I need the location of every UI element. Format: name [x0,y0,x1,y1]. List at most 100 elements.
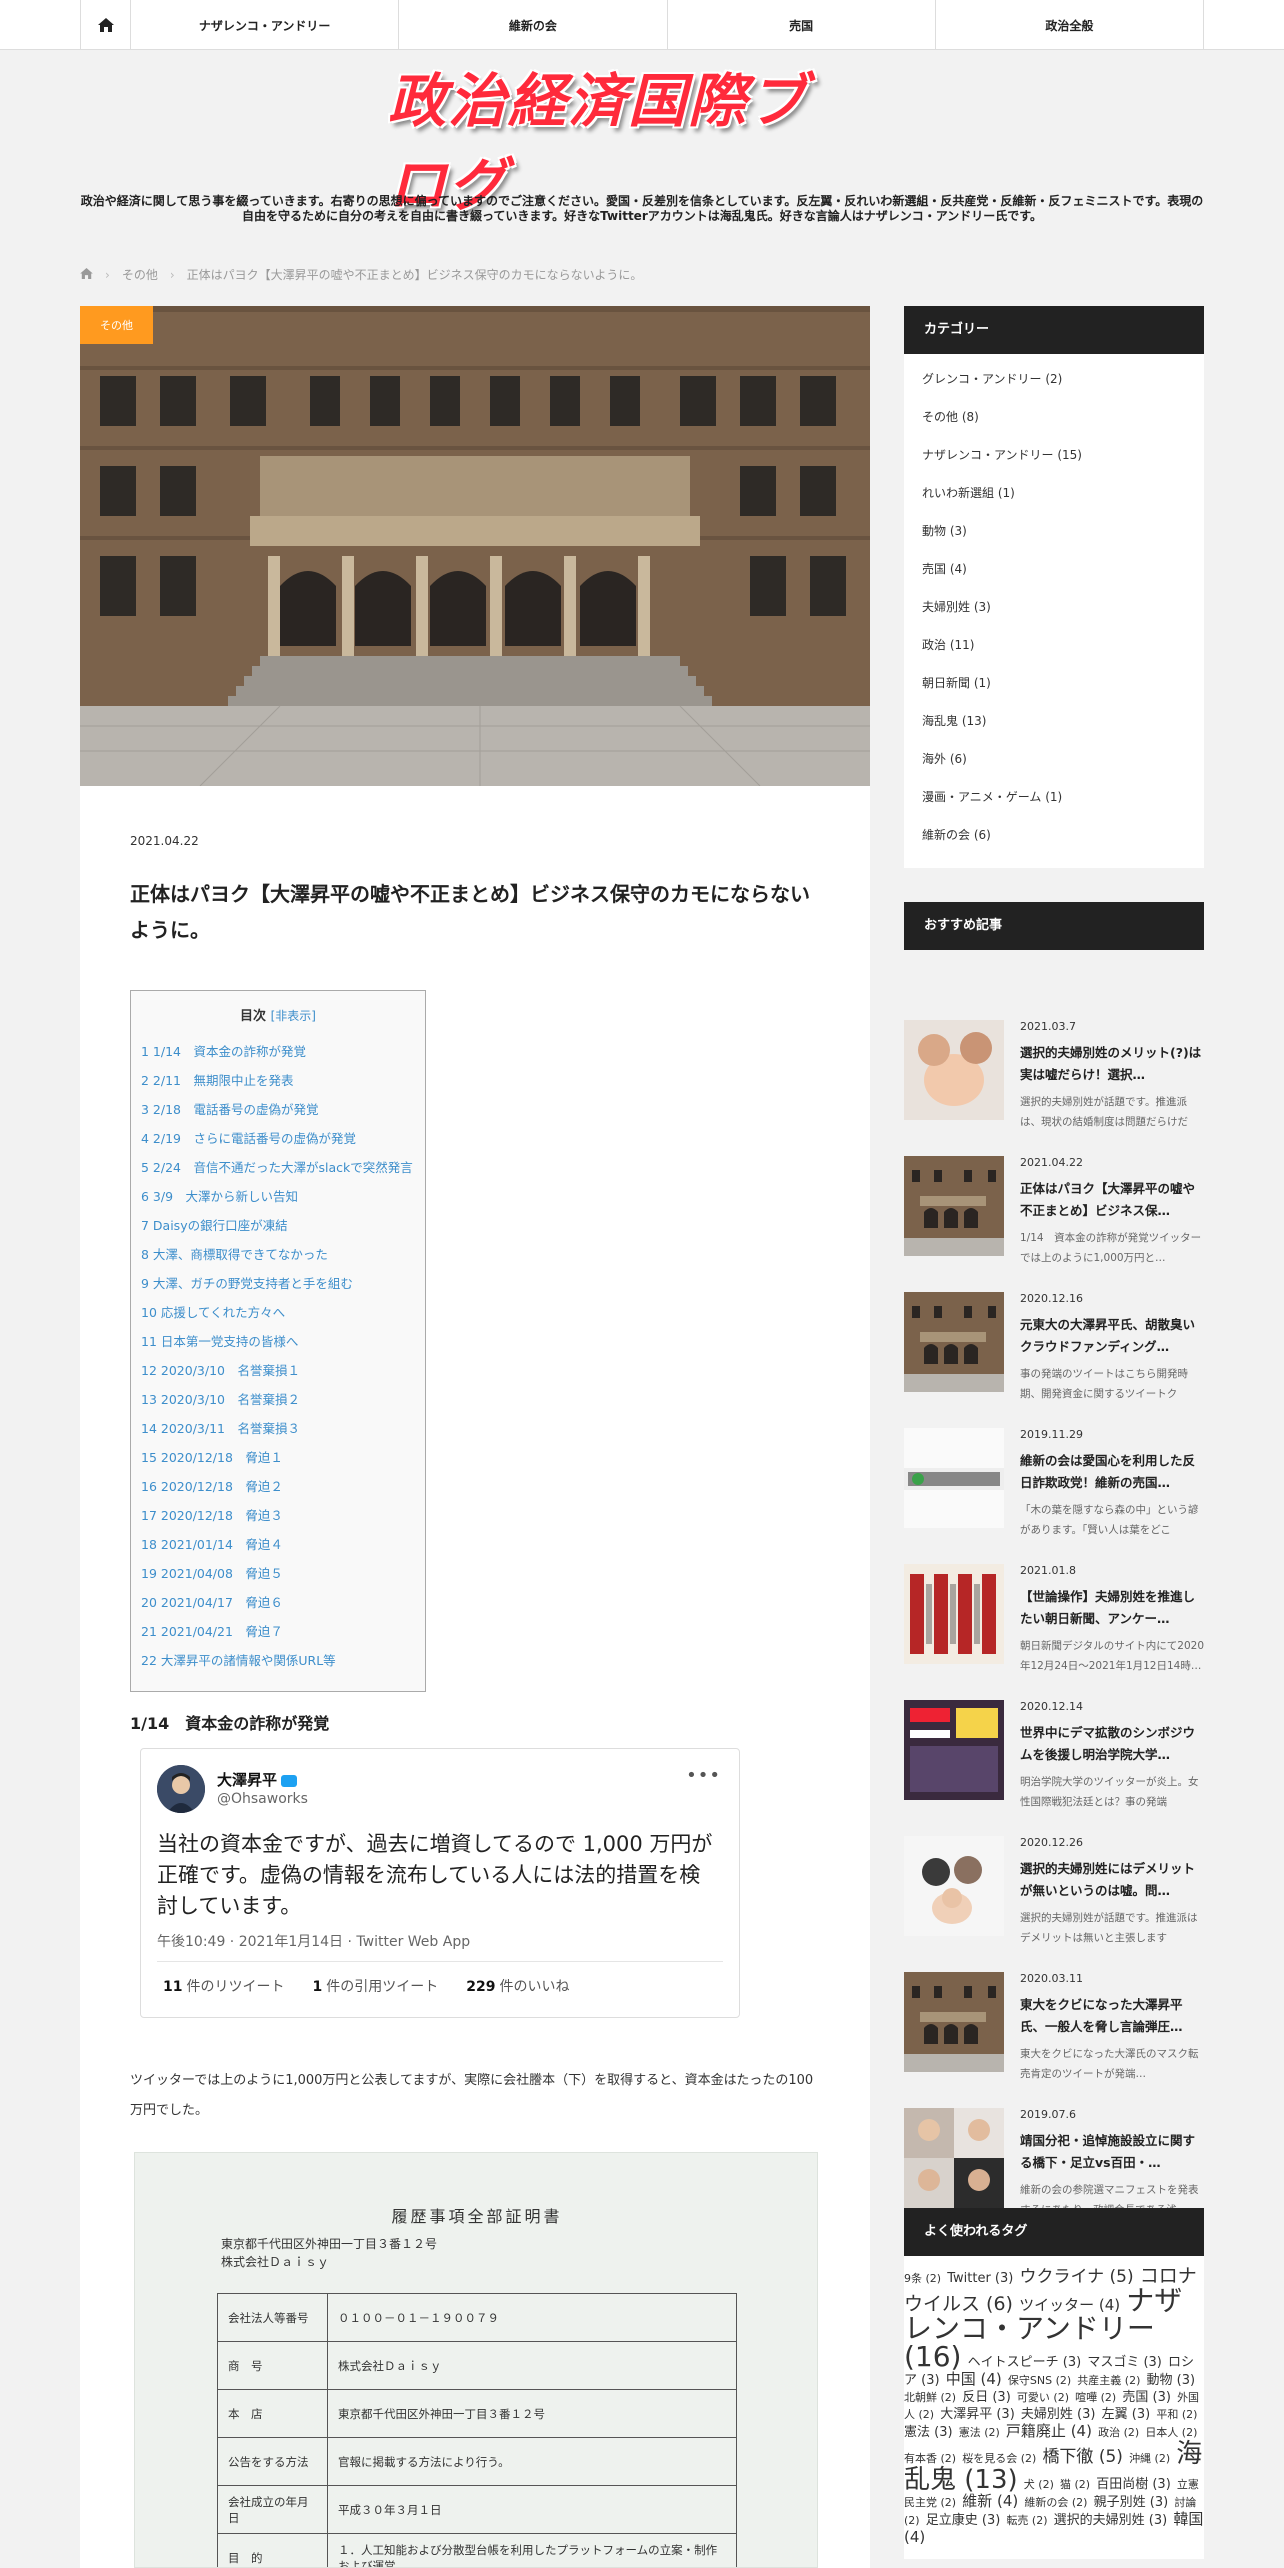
category-link[interactable]: その他 (8) [922,404,1186,442]
toc-item[interactable]: 6 3/9 大澤から新しい告知 [141,1189,415,1218]
tag-link[interactable]: 百田尚樹 (3) [1096,2477,1171,2492]
recommended-post[interactable]: 2020.12.16 元東大の大澤昇平氏、胡散臭いクラウドファンディング… 事の発端… [904,1222,1204,1400]
recommended-post[interactable]: 2021.03.7 選択的夫婦別姓のメリット(?)は実は嘘だらけ！選択… 選択的夫婦… [904,950,1204,1128]
post-title-link[interactable]: 世界中にデマ拡散のシンボジウムを後援し明治学院大学… [1020,1722,1204,1766]
toc-item[interactable]: 20 2021/04/17 脅迫６ [141,1595,415,1624]
toc-item[interactable]: 5 2/24 音信不通だった大澤がslackで突然発言 [141,1160,415,1189]
like-count[interactable]: 229 件のいいね [466,1976,569,1996]
tag-link[interactable]: 喧嘩 (2) [1075,2391,1116,2404]
tag-link[interactable]: 選択的夫婦別姓 (3) [1054,2513,1168,2528]
tag-link[interactable]: 北朝鮮 (2) [904,2391,956,2404]
toc-item[interactable]: 14 2020/3/11 名誉棄損３ [141,1421,415,1450]
tag-link[interactable]: 可愛い (2) [1017,2391,1069,2404]
toc-item[interactable]: 17 2020/12/18 脅迫３ [141,1508,415,1537]
category-link[interactable]: 政治 (11) [922,632,1186,670]
toc-toggle-link[interactable]: [非表示] [271,1009,316,1023]
tag-link[interactable]: 9条 (2) [904,2272,941,2285]
tag-link[interactable]: ヘイトスピーチ (3) [968,2355,1082,2370]
tweet-author-name[interactable]: 大澤昇平 [217,1769,298,1790]
tag-link[interactable]: 親子別姓 (3) [1094,2495,1169,2510]
toc-item[interactable]: 4 2/19 さらに電話番号の虚偽が発覚 [141,1131,415,1160]
home-icon[interactable] [81,0,131,50]
category-link[interactable]: 漫画・アニメ・ゲーム (1) [922,784,1186,822]
toc-item[interactable]: 21 2021/04/21 脅迫７ [141,1624,415,1653]
tag-link[interactable]: 橋下徹 (5) [1042,2447,1122,2467]
post-title-link[interactable]: 靖国分祀・追悼施設設立に関する橋下・足立vs百田・… [1020,2130,1204,2174]
toc-item[interactable]: 11 日本第一党支持の皆様へ [141,1334,415,1363]
post-title-link[interactable]: 東大をクビになった大澤昇平氏、一般人を脅し言論弾圧… [1020,1994,1204,2038]
category-link[interactable]: れいわ新選組 (1) [922,480,1186,518]
tag-link[interactable]: ウクライナ (5) [1019,2267,1133,2287]
recommended-post[interactable]: 2019.07.6 靖国分祀・追悼施設設立に関する橋下・足立vs百田・… 維新の会の… [904,2038,1204,2216]
post-title-link[interactable]: 【世論操作】夫婦別姓を推進したい朝日新聞、アンケー… [1020,1586,1204,1630]
recommended-post[interactable]: 2019.11.29 維新の会は愛国心を利用した反日詐欺政党！維新の売国… 「木の葉… [904,1358,1204,1536]
tag-link[interactable]: 大澤昇平 (3) [940,2407,1015,2422]
toc-item[interactable]: 15 2020/12/18 脅迫１ [141,1450,415,1479]
toc-item[interactable]: 9 大澤、ガチの野党支持者と手を組む [141,1276,415,1305]
tag-link[interactable]: 夫婦別姓 (3) [1021,2407,1096,2422]
tag-link[interactable]: Twitter (3) [947,2271,1013,2286]
tag-link[interactable]: 売国 (3) [1122,2390,1171,2405]
category-link[interactable]: 朝日新聞 (1) [922,670,1186,708]
category-link[interactable]: 海乱鬼 (13) [922,708,1186,746]
toc-item[interactable]: 2 2/11 無期限中止を発表 [141,1073,415,1102]
recommended-post[interactable]: 2021.04.22 正体はパヨク【大澤昇平の嘘や不正まとめ】ビジネス保… 1/14… [904,1086,1204,1264]
toc-item[interactable]: 1 1/14 資本金の詐称が発覚 [141,1044,415,1073]
category-link[interactable]: 夫婦別姓 (3) [922,594,1186,632]
recommended-post[interactable]: 2020.12.14 世界中にデマ拡散のシンボジウムを後援し明治学院大学… 明治学院… [904,1630,1204,1808]
post-title-link[interactable]: 正体はパヨク【大澤昇平の嘘や不正まとめ】ビジネス保… [1020,1178,1204,1222]
tag-link[interactable]: 憲法 (2) [959,2426,1000,2439]
category-link[interactable]: ナザレンコ・アンドリー (15) [922,442,1186,480]
toc-item[interactable]: 19 2021/04/08 脅迫５ [141,1566,415,1595]
breadcrumb-category[interactable]: その他 [122,266,158,283]
tag-link[interactable]: 保守SNS (2) [1008,2374,1071,2387]
category-link[interactable]: 売国 (4) [922,556,1186,594]
tag-link[interactable]: 左翼 (3) [1102,2407,1151,2422]
nav-item-nazarenko[interactable]: ナザレンコ・アンドリー [131,0,400,50]
tweet-timestamp[interactable]: 午後10:49 · 2021年1月14日 · Twitter Web App [157,1931,470,1951]
toc-item[interactable]: 16 2020/12/18 脅迫２ [141,1479,415,1508]
tag-link[interactable]: 足立康史 (3) [926,2513,1001,2528]
tag-link[interactable]: 戸籍廃止 (4) [1006,2422,1092,2440]
recommended-post[interactable]: 2021.01.8 【世論操作】夫婦別姓を推進したい朝日新聞、アンケー… 朝日新聞デ… [904,1494,1204,1672]
tag-link[interactable]: 中国 (4) [946,2370,1002,2388]
nav-item-baikoku[interactable]: 売国 [668,0,936,50]
tag-link[interactable]: 犬 (2) [1024,2478,1054,2491]
tag-link[interactable]: 日本人 (2) [1145,2426,1197,2439]
tweet-author-handle[interactable]: @Ohsaworks [217,1791,308,1807]
category-link[interactable]: 維新の会 (6) [922,822,1186,860]
tag-link[interactable]: 維新の会 (2) [1024,2496,1087,2509]
embedded-tweet[interactable]: 大澤昇平 @Ohsaworks ••• 当社の資本金ですが、過去に増資してるので… [140,1748,740,2018]
tag-link[interactable]: 猫 (2) [1060,2478,1090,2491]
toc-item[interactable]: 7 Daisyの銀行口座が凍結 [141,1218,415,1247]
tag-link[interactable]: 動物 (3) [1147,2373,1196,2388]
toc-item[interactable]: 18 2021/01/14 脅迫４ [141,1537,415,1566]
tag-link[interactable]: 反日 (3) [962,2390,1011,2405]
post-thumbnail[interactable] [904,2108,1004,2208]
recommended-post[interactable]: 2020.12.26 選択的夫婦別姓にはデメリットが無いというのは嘘。問… 選択的夫… [904,1766,1204,1944]
nav-item-politics[interactable]: 政治全般 [936,0,1204,50]
post-title-link[interactable]: 元東大の大澤昇平氏、胡散臭いクラウドファンディング… [1020,1314,1204,1358]
tag-link[interactable]: 有本香 (2) [904,2452,956,2465]
post-title-link[interactable]: 維新の会は愛国心を利用した反日詐欺政党！維新の売国… [1020,1450,1204,1494]
post-title-link[interactable]: 選択的夫婦別姓のメリット(?)は実は嘘だらけ！選択… [1020,1042,1204,1086]
toc-item[interactable]: 22 大澤昇平の諸情報や関係URL等 [141,1653,415,1682]
tag-link[interactable]: 桜を見る会 (2) [962,2452,1036,2465]
avatar[interactable] [157,1765,205,1813]
tag-link[interactable]: 政治 (2) [1098,2426,1139,2439]
tag-link[interactable]: マスゴミ (3) [1087,2355,1162,2370]
retweet-count[interactable]: 11 件のリツイート [163,1976,284,1996]
tag-link[interactable]: 維新 (4) [962,2492,1018,2510]
more-options-icon[interactable]: ••• [686,1765,721,1786]
category-badge[interactable]: その他 [80,306,153,344]
quote-count[interactable]: 1 件の引用ツイート [312,1976,438,1996]
post-title-link[interactable]: 選択的夫婦別姓にはデメリットが無いというのは嘘。問… [1020,1858,1204,1902]
recommended-post[interactable]: 2020.03.11 東大をクビになった大澤昇平氏、一般人を脅し言論弾圧… 東大をク… [904,1902,1204,2080]
toc-item[interactable]: 3 2/18 電話番号の虚偽が発覚 [141,1102,415,1131]
tag-link[interactable]: 憲法 (3) [904,2425,953,2440]
toc-item[interactable]: 10 応援してくれた方々へ [141,1305,415,1334]
site-logo[interactable]: 政治経済国際ブログ [388,67,838,219]
tag-link[interactable]: 平和 (2) [1156,2408,1197,2421]
category-link[interactable]: 海外 (6) [922,746,1186,784]
tag-link[interactable]: 沖縄 (2) [1129,2452,1170,2465]
